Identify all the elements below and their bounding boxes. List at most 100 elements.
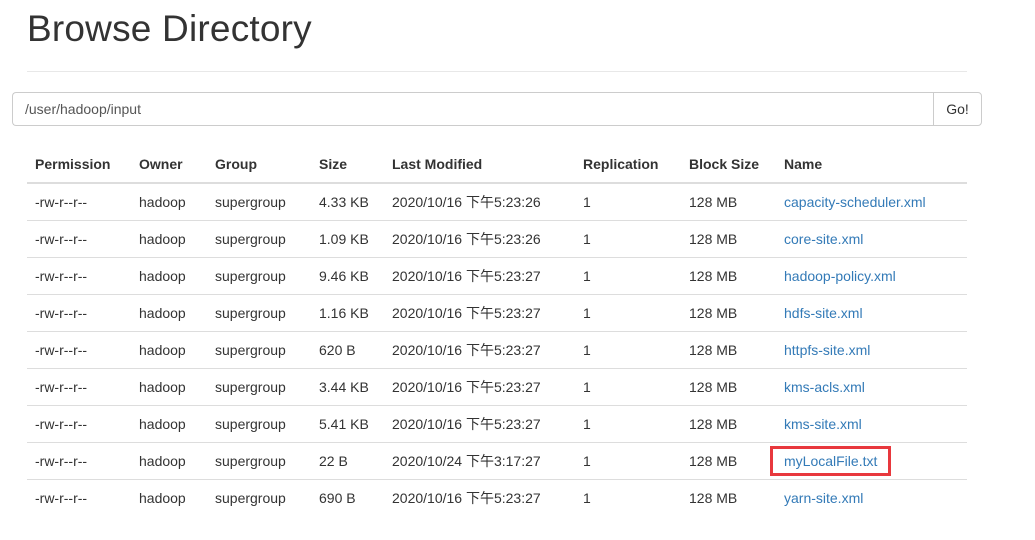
- cell-block-size: 128 MB: [681, 368, 776, 406]
- highlight-box: myLocalFile.txt: [770, 446, 892, 476]
- table-row: -rw-r--r-- hadoop supergroup 1.09 KB 2020/10…: [27, 220, 967, 258]
- cell-size: 4.33 KB: [311, 183, 384, 221]
- cell-group: supergroup: [207, 294, 311, 332]
- table-row: -rw-r--r-- hadoop supergroup 4.33 KB 2020/10…: [27, 183, 967, 221]
- cell-group: supergroup: [207, 442, 311, 480]
- cell-name: yarn-site.xml: [776, 480, 967, 517]
- file-link[interactable]: hdfs-site.xml: [784, 305, 863, 321]
- cell-replication: 1: [575, 442, 681, 480]
- cell-size: 620 B: [311, 331, 384, 369]
- cell-block-size: 128 MB: [681, 294, 776, 332]
- file-link[interactable]: core-site.xml: [784, 231, 863, 247]
- header-group[interactable]: Group: [207, 146, 311, 184]
- cell-replication: 1: [575, 294, 681, 332]
- cell-permission: -rw-r--r--: [27, 183, 131, 221]
- header-name[interactable]: Name: [776, 146, 967, 184]
- cell-name: myLocalFile.txt: [770, 442, 967, 480]
- table-row: -rw-r--r-- hadoop supergroup 3.44 KB 2020/10…: [27, 368, 967, 406]
- cell-owner: hadoop: [131, 294, 207, 332]
- cell-owner: hadoop: [139, 490, 186, 506]
- cell-replication: 1: [575, 257, 681, 295]
- cell-group: supergroup: [207, 183, 311, 221]
- cell-permission: -rw-r--r--: [27, 405, 131, 443]
- page-title: Browse Directory: [27, 8, 312, 49]
- cell-last-modified: 2020/10/16 下午5:23:27: [384, 368, 575, 406]
- cell-permission: -rw-r--r--: [27, 442, 131, 480]
- cell-last-modified: 2020/10/24 下午3:17:27: [384, 442, 575, 480]
- file-link[interactable]: yarn-site.xml: [784, 490, 863, 506]
- cell-name: httpfs-site.xml: [776, 331, 967, 369]
- cell-size: 22 B: [311, 442, 384, 480]
- cell-owner: hadoop: [131, 368, 207, 406]
- cell-block-size: 128 MB: [681, 220, 776, 258]
- cell-replication: 1: [575, 331, 681, 369]
- cell-group: supergroup: [215, 490, 286, 506]
- file-link[interactable]: httpfs-site.xml: [784, 342, 870, 358]
- cell-name: hadoop-policy.xml: [776, 257, 967, 295]
- table-row: -rw-r--r-- hadoop supergroup 690 B 2020/10/1…: [27, 480, 967, 517]
- cell-name: core-site.xml: [776, 220, 967, 258]
- cell-block-size: 128 MB: [681, 405, 776, 443]
- cell-last-modified: 2020/10/16 下午5:23:27: [384, 405, 575, 443]
- file-link[interactable]: myLocalFile.txt: [784, 453, 877, 469]
- cell-block-size: 128 MB: [681, 257, 776, 295]
- cell-group: supergroup: [207, 331, 311, 369]
- file-link[interactable]: kms-acls.xml: [784, 379, 865, 395]
- cell-size: 5.41 KB: [311, 405, 384, 443]
- directory-table: Permission Owner Group Size Last Modifie…: [27, 146, 967, 516]
- header-block-size[interactable]: Block Size: [681, 146, 776, 184]
- cell-permission: -rw-r--r--: [27, 220, 131, 258]
- cell-owner: hadoop: [131, 257, 207, 295]
- cell-name: capacity-scheduler.xml: [776, 183, 967, 221]
- cell-owner: hadoop: [131, 442, 207, 480]
- cell-replication: 1: [575, 368, 681, 406]
- go-button[interactable]: Go!: [933, 92, 982, 126]
- cell-group: supergroup: [207, 257, 311, 295]
- cell-last-modified: 2020/10/16 下午5:23:26: [384, 183, 575, 221]
- header-owner[interactable]: Owner: [131, 146, 207, 184]
- cell-size: 690 B: [319, 490, 356, 506]
- cell-group: supergroup: [207, 220, 311, 258]
- cell-block-size: 128 MB: [681, 442, 776, 480]
- cell-group: supergroup: [207, 405, 311, 443]
- table-row: -rw-r--r-- hadoop supergroup 5.41 KB 2020/10…: [27, 405, 967, 443]
- cell-group: supergroup: [207, 368, 311, 406]
- cell-block-size: 128 MB: [681, 183, 776, 221]
- cell-name: hdfs-site.xml: [776, 294, 967, 332]
- cell-permission: -rw-r--r--: [27, 294, 131, 332]
- table-row: -rw-r--r-- hadoop supergroup 22 B 2020/10/24…: [27, 442, 967, 480]
- header-size[interactable]: Size: [311, 146, 384, 184]
- header-replication[interactable]: Replication: [575, 146, 681, 184]
- title-divider: [27, 71, 967, 72]
- file-link[interactable]: kms-site.xml: [784, 416, 862, 432]
- path-input[interactable]: [12, 92, 933, 126]
- cell-permission: -rw-r--r--: [27, 331, 131, 369]
- cell-owner: hadoop: [131, 183, 207, 221]
- header-permission[interactable]: Permission: [27, 146, 131, 184]
- cell-replication: 1: [575, 220, 681, 258]
- cell-size: 1.16 KB: [311, 294, 384, 332]
- cell-replication: 1: [575, 183, 681, 221]
- cell-permission: -rw-r--r--: [27, 257, 131, 295]
- cell-size: 3.44 KB: [311, 368, 384, 406]
- table-row: -rw-r--r-- hadoop supergroup 9.46 KB 2020/10…: [27, 257, 967, 295]
- cell-block-size: 128 MB: [681, 331, 776, 369]
- cell-name: kms-acls.xml: [776, 368, 967, 406]
- file-link[interactable]: capacity-scheduler.xml: [784, 194, 926, 210]
- cell-last-modified: 2020/10/16 下午5:23:27: [384, 331, 575, 369]
- table-header-row: Permission Owner Group Size Last Modifie…: [27, 146, 967, 184]
- cell-size: 1.09 KB: [311, 220, 384, 258]
- cell-permission: -rw-r--r--: [35, 490, 88, 506]
- cell-size: 9.46 KB: [311, 257, 384, 295]
- cell-last-modified: 2020/10/16 下午5:23:27: [392, 490, 541, 506]
- table-row: -rw-r--r-- hadoop supergroup 620 B 2020/10/1…: [27, 331, 967, 369]
- header-last-modified[interactable]: Last Modified: [384, 146, 575, 184]
- cell-owner: hadoop: [131, 220, 207, 258]
- table-row: -rw-r--r-- hadoop supergroup 1.16 KB 2020/10…: [27, 294, 967, 332]
- path-bar: Go!: [12, 92, 982, 126]
- cell-replication: 1: [583, 490, 591, 506]
- cell-name: kms-site.xml: [776, 405, 967, 443]
- file-link[interactable]: hadoop-policy.xml: [784, 268, 896, 284]
- cell-owner: hadoop: [131, 331, 207, 369]
- cell-last-modified: 2020/10/16 下午5:23:27: [384, 257, 575, 295]
